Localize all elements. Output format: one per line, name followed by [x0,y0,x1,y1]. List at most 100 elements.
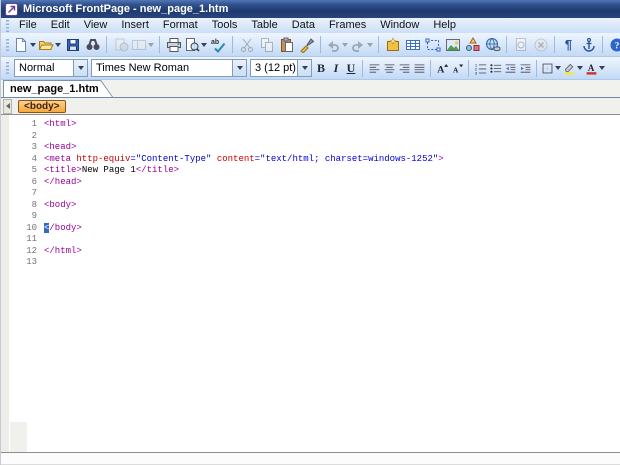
tab-label: new_page_1.htm [10,83,99,95]
code-line[interactable]: 7 [1,188,620,200]
code-line[interactable]: 4 <meta http-equiv="Content-Type" content… [1,154,620,166]
code-text[interactable]: </body> [44,222,82,235]
code-line[interactable]: 8 <body> [1,200,620,212]
menu-window[interactable]: Window [373,18,426,33]
spelling-button[interactable]: ab [209,35,228,55]
code-text[interactable]: </head> [44,177,82,189]
gutter-bottom-block [10,422,27,452]
font-color-button[interactable]: A [585,59,606,77]
chevron-down-icon [341,42,349,47]
font-size-combobox[interactable]: 3 (12 pt) [250,59,312,77]
formatting-toolbar-grip[interactable] [6,62,9,74]
menu-tools[interactable]: Tools [205,18,245,33]
svg-text:ab: ab [211,39,219,46]
outside-borders-button[interactable] [541,59,562,77]
copy-icon [259,37,275,53]
bullets-button[interactable] [488,59,502,77]
chevron-down-icon [301,66,308,70]
show-all-button[interactable]: ¶ [559,35,578,55]
insert-picture-button[interactable] [443,35,462,55]
formatting-toolbar: Normal Times New Roman 3 (12 pt) BIUAA12… [1,57,620,80]
menu-file[interactable]: File [12,18,44,33]
outside-borders-icon [541,62,554,75]
toolbar-separator [362,59,363,77]
format-painter-button[interactable] [297,35,316,55]
open-button[interactable] [38,35,62,55]
highlight-button[interactable] [563,59,584,77]
code-line[interactable]: 10 </body> [1,222,620,235]
line-number: 1 [31,119,37,129]
menu-data[interactable]: Data [285,18,322,33]
insert-hyperlink-button[interactable] [483,35,502,55]
code-line[interactable]: 11 [1,234,620,246]
code-text[interactable]: </html> [44,246,82,258]
refresh-button [511,35,530,55]
print-button[interactable] [164,35,183,55]
code-text[interactable]: <title>New Page 1</title> [44,165,179,177]
svg-text:A: A [437,64,444,74]
style-dropdown-button[interactable] [73,60,87,76]
code-text[interactable]: <html> [44,119,76,131]
code-line[interactable]: 6 </head> [1,177,620,189]
svg-text:3: 3 [474,70,477,74]
font-dropdown-button[interactable] [232,60,246,76]
numbering-button[interactable]: 123 [473,59,487,77]
code-line[interactable]: 2 [1,131,620,143]
font-size-dropdown-button[interactable] [297,60,311,76]
code-view[interactable]: 1 <html> 2 3 <head> 4 <meta http-equiv="Conten… [1,115,620,452]
menu-edit[interactable]: Edit [44,18,77,33]
increase-font-size-button[interactable]: A [435,59,449,77]
frontpage-window: Microsoft FrontPage - new_page_1.htm Fil… [0,0,620,465]
help-button[interactable]: ? [607,35,620,55]
print-preview-button[interactable] [184,35,208,55]
save-button[interactable] [63,35,82,55]
line-number: 3 [31,142,37,152]
style-combobox[interactable]: Normal [14,59,88,77]
code-line[interactable]: 13 [1,257,620,269]
increase-indent-button[interactable] [518,59,532,77]
underline-button[interactable]: U [344,59,358,77]
decrease-indent-icon [504,62,517,75]
menu-table[interactable]: Table [244,18,284,33]
drawing-button[interactable] [463,35,482,55]
svg-text:A: A [588,62,595,72]
code-line[interactable]: 9 [1,211,620,223]
italic-button[interactable]: I [329,59,343,77]
insert-table-button[interactable] [403,35,422,55]
menu-bar: File Edit View Insert Format Tools Table Data Fr… [1,18,620,33]
code-line[interactable]: 3 <head> [1,142,620,154]
font-combobox[interactable]: Times New Roman [91,59,247,77]
decrease-indent-button[interactable] [503,59,517,77]
bold-button[interactable]: B [314,59,328,77]
quick-tag-scroll-left-button[interactable] [3,98,12,114]
align-left-button[interactable] [367,59,381,77]
line-number: 9 [31,211,37,221]
menu-bar-grip[interactable] [6,19,9,32]
standard-toolbar-grip[interactable] [6,38,9,51]
code-line[interactable]: 12 </html> [1,246,620,258]
menu-insert[interactable]: Insert [114,18,156,33]
web-component-button[interactable] [383,35,402,55]
menu-format[interactable]: Format [156,18,205,33]
code-text[interactable]: <meta http-equiv="Content-Type" content=… [44,154,444,166]
insert-layer-button[interactable] [423,35,442,55]
tab-new-page-1[interactable]: new_page_1.htm [3,80,113,97]
code-line[interactable]: 1 <html> [1,119,620,131]
quick-tag-body-chip[interactable]: <body> [18,99,66,113]
show-layer-anchors-button[interactable] [579,35,598,55]
title-bar[interactable]: Microsoft FrontPage - new_page_1.htm [1,0,620,18]
decrease-font-size-button[interactable]: A [450,59,464,77]
new-page-button[interactable] [13,35,37,55]
align-right-button[interactable] [397,59,411,77]
align-center-button[interactable] [382,59,396,77]
code-text[interactable]: <body> [44,200,76,212]
find-button[interactable] [83,35,102,55]
justify-button[interactable] [412,59,426,77]
menu-help[interactable]: Help [426,18,463,33]
print-preview-icon [184,37,200,53]
menu-frames[interactable]: Frames [322,18,373,33]
code-line[interactable]: 5 <title>New Page 1</title> [1,165,620,177]
paste-button[interactable] [277,35,296,55]
code-text[interactable]: <head> [44,142,76,154]
menu-view[interactable]: View [77,18,115,33]
